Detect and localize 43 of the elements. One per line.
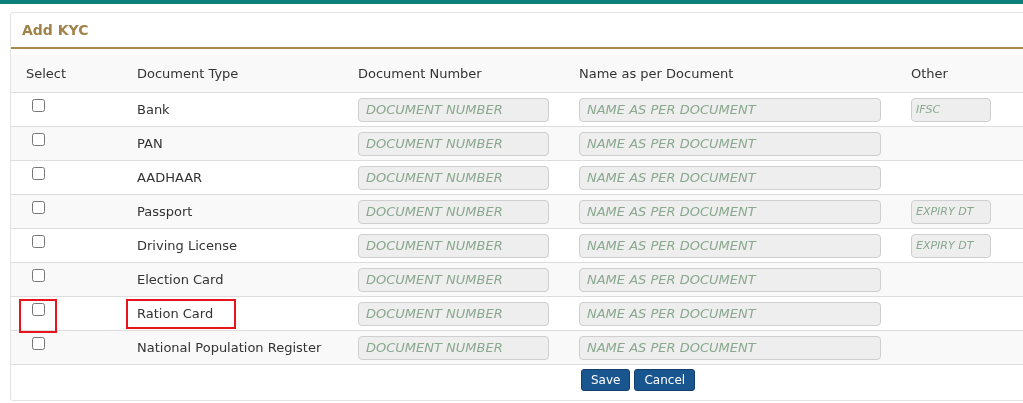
select-checkbox[interactable] <box>31 269 45 282</box>
select-checkbox[interactable] <box>31 99 45 112</box>
column-header: Document Number <box>358 64 483 83</box>
name-field[interactable]: NAME AS PER DOCUMENT <box>579 165 881 190</box>
document-type: Ration Card <box>126 299 236 329</box>
name-field[interactable]: NAME AS PER DOCUMENT <box>579 131 881 156</box>
document-number-field[interactable]: DOCUMENT NUMBER <box>358 165 549 190</box>
name-field[interactable]: NAME AS PER DOCUMENT <box>579 335 881 360</box>
document-number-field[interactable]: DOCUMENT NUMBER <box>358 97 549 122</box>
cancel-button[interactable]: Cancel <box>634 369 696 391</box>
select-checkbox[interactable] <box>31 167 45 180</box>
document-type: AADHAAR <box>136 169 204 187</box>
document-type: Passport <box>136 203 194 221</box>
document-number-field[interactable]: DOCUMENT NUMBER <box>358 131 549 156</box>
document-number-field[interactable]: DOCUMENT NUMBER <box>358 233 549 258</box>
document-type: Election Card <box>136 271 225 289</box>
name-field[interactable]: NAME AS PER DOCUMENT <box>579 97 881 122</box>
name-field[interactable]: NAME AS PER DOCUMENT <box>579 199 881 224</box>
column-header: Document Type <box>137 64 240 83</box>
document-type: National Population Register <box>136 339 323 357</box>
select-checkbox[interactable] <box>31 201 45 214</box>
column-header: Select <box>26 64 68 83</box>
other-field[interactable]: EXPIRY DT <box>911 199 991 224</box>
name-field[interactable]: NAME AS PER DOCUMENT <box>579 301 881 326</box>
document-type: PAN <box>136 135 164 153</box>
other-field[interactable]: IFSC <box>911 97 991 122</box>
select-checkbox[interactable] <box>31 235 45 248</box>
document-number-field[interactable]: DOCUMENT NUMBER <box>358 267 549 292</box>
document-number-field[interactable]: DOCUMENT NUMBER <box>358 199 549 224</box>
document-number-field[interactable]: DOCUMENT NUMBER <box>358 301 549 326</box>
column-header: Name as per Document <box>579 64 735 83</box>
name-field[interactable]: NAME AS PER DOCUMENT <box>579 267 881 292</box>
select-checkbox[interactable] <box>31 303 45 316</box>
name-field[interactable]: NAME AS PER DOCUMENT <box>579 233 881 258</box>
other-field[interactable]: EXPIRY DT <box>911 233 991 258</box>
save-button[interactable]: Save <box>581 369 631 391</box>
column-header: Other <box>911 64 948 83</box>
select-checkbox[interactable] <box>31 133 45 146</box>
panel-title: Add KYC <box>22 20 89 40</box>
select-checkbox[interactable] <box>31 337 45 350</box>
document-type: Driving License <box>136 237 238 255</box>
document-number-field[interactable]: DOCUMENT NUMBER <box>358 335 549 360</box>
document-type: Bank <box>136 101 171 119</box>
